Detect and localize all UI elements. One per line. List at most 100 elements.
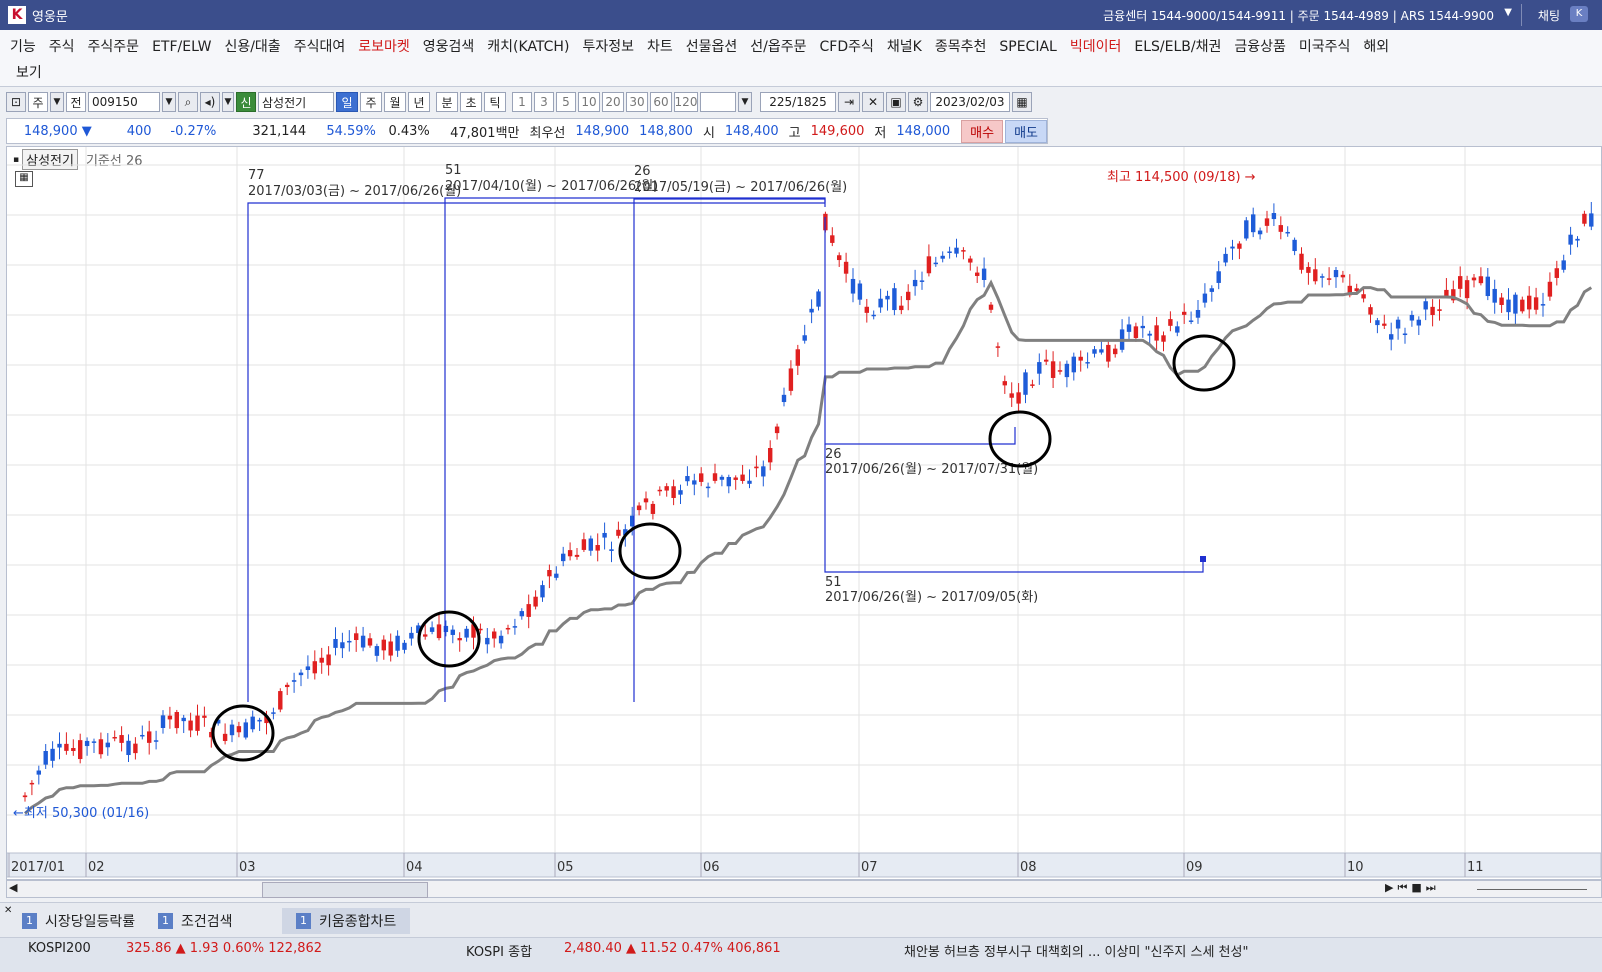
menu-item-13[interactable]: CFD주식	[820, 39, 874, 55]
candle-body	[423, 634, 428, 637]
menu-item-11[interactable]: 선물옵션	[686, 39, 738, 55]
candle-body	[871, 314, 876, 317]
menu-item-5[interactable]: 주식대여	[294, 39, 346, 55]
speaker-dropdown-icon[interactable]: ▼	[222, 92, 234, 112]
zoom-slider[interactable]	[1477, 889, 1587, 890]
candle-body	[878, 298, 883, 308]
tab-kiwoom-chart[interactable]: 1 키움종합차트	[282, 908, 411, 934]
date-input[interactable]: 2023/02/03	[930, 92, 1010, 112]
chart-panel[interactable]: ▪ 삼성전기 기준선 26 ▦ 2017/01 02 03 04 05 06 07 08 09 1…	[6, 146, 1602, 880]
market-select[interactable]: 주	[28, 92, 48, 112]
menu-item-0[interactable]: 기능	[10, 39, 36, 55]
candle-body	[1071, 356, 1076, 373]
count-field[interactable]: 225/1825	[760, 92, 836, 112]
period-tab-5[interactable]: 초	[460, 92, 482, 112]
interval-dropdown-icon[interactable]: ▼	[738, 92, 752, 112]
search-icon[interactable]: ⌕	[178, 92, 198, 112]
menu-item-16[interactable]: SPECIAL	[999, 39, 1056, 55]
menu-item-15[interactable]: 종목추천	[935, 39, 987, 55]
annotation-line	[633, 198, 826, 702]
candle-body	[1520, 299, 1525, 312]
interval-button-30[interactable]: 30	[626, 92, 648, 112]
divider	[1521, 4, 1522, 26]
stock-name-field[interactable]: 삼성전기	[258, 92, 334, 112]
calendar-icon[interactable]: ▦	[1012, 92, 1032, 112]
candle-body	[492, 631, 497, 639]
save-icon[interactable]: ▣	[886, 92, 906, 112]
interval-button-5[interactable]: 5	[556, 92, 576, 112]
interval-button-120[interactable]: 120	[674, 92, 698, 112]
window-icon[interactable]: ⊡	[6, 92, 26, 112]
chart-scrollbar[interactable]: ◀ ▶⏮■⏭	[6, 880, 1602, 898]
ticker-news[interactable]: 채안봉 허브층 정부시구 대책회의 ... 이상미 "신주지 스세 천성"	[904, 941, 1248, 960]
menu-item-19[interactable]: 금융상품	[1234, 39, 1286, 55]
period-tab-1[interactable]: 주	[360, 92, 382, 112]
menu-item-10[interactable]: 차트	[647, 39, 673, 55]
interval-button-60[interactable]: 60	[650, 92, 672, 112]
candle-body	[981, 268, 987, 280]
x-tick-label: 06	[703, 860, 720, 875]
period-tab-0[interactable]: 일	[336, 92, 358, 112]
menu-item-8[interactable]: 캐치(KATCH)	[487, 39, 569, 55]
scroll-thumb[interactable]	[262, 882, 428, 898]
candle-body	[112, 736, 117, 739]
crosshair-icon[interactable]: ✕	[862, 92, 884, 112]
interval-custom-input[interactable]	[700, 92, 736, 112]
market-dropdown-icon[interactable]: ▼	[50, 92, 64, 112]
candle-body	[885, 295, 890, 300]
annotation-line	[824, 217, 1016, 445]
menu-item-1[interactable]: 주식	[49, 39, 75, 55]
candle-body	[1313, 269, 1318, 282]
menu-item-21[interactable]: 해외	[1363, 39, 1389, 55]
candle-body	[919, 280, 925, 282]
playback-controls[interactable]: ▶⏮■⏭	[1385, 881, 1440, 895]
menu-item-17[interactable]: 빅데이터	[1070, 39, 1122, 55]
zoom-in-icon[interactable]: ⇥	[838, 92, 860, 112]
interval-button-20[interactable]: 20	[602, 92, 624, 112]
menu-item-6[interactable]: 로보마켓	[358, 39, 410, 55]
buy-button[interactable]: 매수	[961, 119, 1004, 143]
candle-body	[1589, 213, 1594, 227]
candle-body	[899, 305, 904, 311]
x-tick-label: 08	[1020, 860, 1037, 875]
candle-body	[147, 731, 152, 743]
candle-body	[298, 672, 304, 676]
menu-item-4[interactable]: 신용/대출	[224, 39, 280, 55]
period-tab-3[interactable]: 년	[408, 92, 430, 112]
period-tab-4[interactable]: 분	[436, 92, 458, 112]
scroll-left-icon[interactable]: ◀	[9, 881, 17, 894]
tab-market-rank[interactable]: 1 시장당일등락률	[22, 908, 135, 934]
menu-item-18[interactable]: ELS/ELB/채권	[1134, 39, 1221, 55]
menu-item-7[interactable]: 영웅검색	[423, 39, 475, 55]
high-marker-label: 최고 114,500 (09/18) →	[1107, 170, 1256, 185]
chat-button[interactable]: 채팅	[1538, 7, 1560, 24]
gear-icon[interactable]: ⚙	[908, 92, 928, 112]
candle-body	[374, 646, 380, 656]
period-tab-6[interactable]: 틱	[484, 92, 506, 112]
interval-button-3[interactable]: 3	[534, 92, 554, 112]
tab-condition-search[interactable]: 1 조건검색	[158, 908, 233, 934]
sell-button[interactable]: 매도	[1005, 119, 1047, 143]
menu-item-2[interactable]: 주식주문	[88, 39, 140, 55]
highlight-circle	[417, 610, 481, 668]
candle-body	[1154, 325, 1159, 341]
menu-item-12[interactable]: 선/옵주문	[750, 39, 806, 55]
menu-item-3[interactable]: ETF/ELW	[152, 39, 211, 55]
close-icon[interactable]: ✕	[4, 905, 12, 916]
speaker-icon[interactable]: ◂)	[200, 92, 220, 112]
interval-button-1[interactable]: 1	[512, 92, 532, 112]
candle-body	[1389, 334, 1394, 340]
menu-item-14[interactable]: 채널K	[887, 39, 922, 55]
menu-item-view[interactable]: 보기	[16, 62, 42, 82]
prefix-select[interactable]: 전	[66, 92, 86, 112]
menu-item-9[interactable]: 투자정보	[582, 39, 634, 55]
interval-button-10[interactable]: 10	[578, 92, 600, 112]
code-dropdown-icon[interactable]: ▼	[162, 92, 176, 112]
stock-code-input[interactable]: 009150	[88, 92, 160, 112]
chat-icon[interactable]: K	[1570, 6, 1588, 22]
period-tab-2[interactable]: 월	[384, 92, 406, 112]
menu-item-20[interactable]: 미국주식	[1299, 39, 1351, 55]
candle-body	[1223, 253, 1228, 263]
chevron-down-icon[interactable]: ▼	[1504, 7, 1512, 18]
candle-body	[547, 570, 552, 577]
